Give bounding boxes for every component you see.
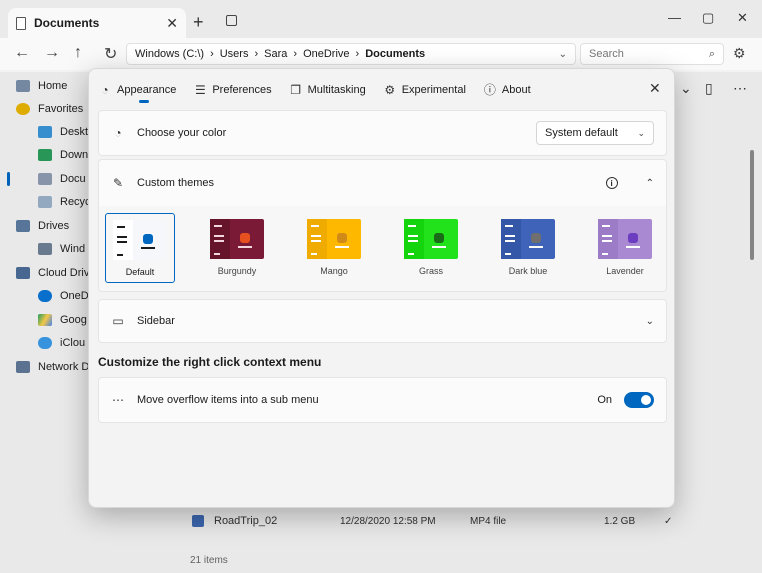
windows-icon: ❐ (290, 82, 302, 97)
theme-name: Grass (418, 266, 443, 276)
color-mode-value: System default (545, 127, 618, 139)
refresh-button[interactable]: ↻ (104, 44, 117, 64)
theme-name: Burgundy (217, 266, 257, 276)
back-button[interactable]: ← (14, 44, 30, 62)
theme-name: Default (125, 267, 155, 277)
up-button[interactable]: ↑ (74, 44, 82, 62)
theme-preview (404, 219, 458, 259)
tab-preferences[interactable]: ☰ Preferences (194, 81, 272, 98)
theme-default[interactable]: Default (105, 213, 175, 283)
color-mode-select[interactable]: System default ⌄ (536, 121, 654, 145)
breadcrumb-item[interactable]: Users (220, 48, 249, 60)
theme-grass[interactable]: Grass (396, 213, 466, 283)
chevron-down-icon[interactable]: ⌄ (646, 316, 654, 327)
theme-preview (307, 219, 361, 259)
theme-name: Mango (320, 266, 348, 276)
breadcrumb[interactable]: Windows (C:\) › Users › Sara › OneDrive › Do… (126, 43, 576, 65)
chevron-up-icon[interactable]: ⌃ (646, 178, 654, 189)
forward-button[interactable]: → (44, 44, 60, 62)
tab-actions-icon[interactable] (226, 15, 237, 26)
custom-themes-label: Custom themes (137, 177, 215, 189)
info-icon: ⓘ (483, 83, 496, 97)
theme-mango[interactable]: Mango (299, 213, 369, 283)
folder-icon (16, 16, 26, 30)
more-icon: ⋯ (112, 393, 124, 407)
chevron-down-icon[interactable]: ⌄ (559, 49, 567, 60)
tab-multitasking[interactable]: ❐ Multitasking (290, 81, 366, 98)
toggle-state-label: On (597, 394, 612, 406)
theme-gallery: Default Burgundy Mango Grass Dark blue L… (98, 206, 667, 292)
search-input[interactable]: Search ⌕ (580, 43, 724, 65)
choose-color-label: Choose your color (137, 127, 227, 139)
tab-appearance[interactable]: ◔ Appearance (99, 81, 177, 103)
close-tab-icon[interactable]: ✕ (166, 15, 178, 32)
theme-preview (598, 219, 652, 259)
tab-label: Preferences (212, 83, 272, 96)
context-menu-heading: Customize the right click context menu (98, 355, 322, 369)
palette-icon: ◔ (101, 82, 109, 97)
theme-burgundy[interactable]: Burgundy (202, 213, 272, 283)
close-dialog-button[interactable]: ✕ (649, 80, 661, 97)
sidebar-section-label: Sidebar (137, 315, 175, 327)
settings-gear-icon[interactable]: ⚙ (733, 45, 746, 62)
sidebar-panel-icon: ▭ (112, 314, 124, 328)
tab-label: About (501, 83, 531, 96)
sidebar-settings-card[interactable]: ▭ Sidebar ⌄ (98, 299, 667, 343)
maximize-button[interactable]: ▢ (702, 10, 714, 26)
theme-lavender[interactable]: Lavender (590, 213, 660, 283)
overflow-label: Move overflow items into a sub menu (137, 394, 319, 406)
theme-preview (113, 220, 167, 260)
custom-themes-card[interactable]: ✎ Custom themes i ⌃ (98, 159, 667, 207)
choose-color-card: ◔ Choose your color System default ⌄ (98, 110, 667, 156)
breadcrumb-item[interactable]: OneDrive (303, 48, 349, 60)
theme-preview (210, 219, 264, 259)
theme-preview (501, 219, 555, 259)
tab-title: Documents (34, 16, 100, 30)
tab-documents[interactable]: Documents ✕ (8, 8, 186, 38)
chevron-down-icon: ⌄ (637, 127, 645, 138)
breadcrumb-item[interactable]: Windows (C:\) (135, 48, 204, 60)
overflow-setting-card: ⋯ Move overflow items into a sub menu On (98, 377, 667, 423)
palette-icon: ◔ (114, 126, 122, 140)
tab-about[interactable]: ⓘ About (484, 81, 531, 98)
flask-icon: ⚙ (384, 82, 396, 97)
minimize-button[interactable]: — (668, 10, 681, 25)
theme-name: Lavender (606, 266, 644, 276)
pencil-icon: ✎ (112, 176, 124, 190)
theme-dark-blue[interactable]: Dark blue (493, 213, 563, 283)
search-icon: ⌕ (708, 47, 715, 60)
sliders-icon: ☰ (194, 82, 206, 97)
settings-dialog: ◔ Appearance ☰ Preferences ❐ Multitaskin… (88, 68, 675, 508)
tab-label: Experimental (401, 83, 466, 96)
overflow-toggle[interactable] (624, 392, 654, 408)
tab-label: Appearance (117, 83, 177, 96)
breadcrumb-item[interactable]: Sara (264, 48, 287, 60)
theme-name: Dark blue (508, 266, 548, 276)
toggle-knob (641, 395, 651, 405)
breadcrumb-current[interactable]: Documents (365, 48, 425, 60)
tab-label: Multitasking (307, 83, 366, 96)
info-icon[interactable]: i (605, 177, 618, 189)
settings-tabs: ◔ Appearance ☰ Preferences ❐ Multitaskin… (99, 81, 531, 103)
tab-experimental[interactable]: ⚙ Experimental (384, 81, 466, 98)
new-tab-button[interactable]: + (193, 12, 204, 33)
title-bar: Documents ✕ + — ▢ ✕ (0, 0, 762, 38)
search-placeholder: Search (589, 48, 624, 60)
close-window-button[interactable]: ✕ (737, 10, 748, 26)
